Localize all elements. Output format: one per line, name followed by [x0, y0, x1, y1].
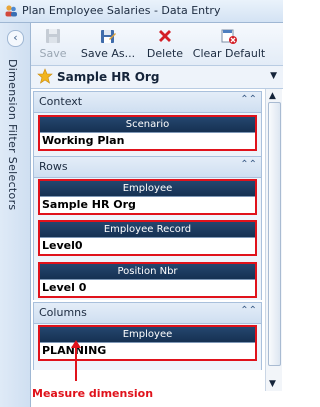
- scenario-selector[interactable]: Scenario Working Plan: [38, 115, 257, 151]
- dimension-header: Employee: [40, 181, 255, 196]
- position-nbr-selector[interactable]: Position Nbr Level 0: [38, 262, 257, 298]
- chevron-left-icon[interactable]: ‹: [7, 30, 24, 47]
- red-x-icon: [159, 30, 171, 42]
- annotation-line: [75, 346, 77, 381]
- dimension-filter-label: Dimension Filter Selectors: [6, 59, 19, 211]
- collapse-up-icon[interactable]: ⌃⌃: [240, 305, 257, 316]
- dimension-filter-strip[interactable]: ‹ Dimension Filter Selectors: [0, 23, 31, 407]
- save-label: Save: [39, 47, 67, 60]
- rows-section-header[interactable]: Rows ⌃⌃: [33, 156, 262, 178]
- main-panel: Save Save As... Delete Clear Default Sam…: [31, 23, 283, 407]
- rows-section-body: Employee Sample HR Org Employee Record L…: [33, 178, 262, 300]
- collapse-up-icon[interactable]: ⌃⌃: [240, 94, 257, 105]
- columns-title: Columns: [39, 306, 87, 319]
- dimension-header: Employee Record: [40, 222, 255, 237]
- employee-row-selector[interactable]: Employee Sample HR Org: [38, 179, 257, 215]
- dropdown-arrow-icon[interactable]: ▼: [270, 71, 277, 81]
- collapse-up-icon[interactable]: ⌃⌃: [240, 159, 257, 170]
- save-as-icon: [101, 30, 116, 43]
- annotation-label: Measure dimension: [32, 387, 154, 400]
- context-title: Context: [39, 95, 83, 108]
- window-title: Plan Employee Salaries - Data Entry: [22, 4, 221, 17]
- columns-section-header[interactable]: Columns ⌃⌃: [33, 302, 262, 324]
- dimension-value[interactable]: Level0: [40, 237, 255, 254]
- save-as-label: Save As...: [80, 47, 136, 60]
- scroll-up-icon[interactable]: ▲: [269, 91, 276, 101]
- dimension-value[interactable]: Working Plan: [40, 132, 255, 149]
- dimension-value[interactable]: Sample HR Org: [40, 196, 255, 213]
- employee-record-selector[interactable]: Employee Record Level0: [38, 220, 257, 256]
- rows-title: Rows: [39, 160, 68, 173]
- star-icon: [37, 68, 53, 84]
- vertical-scrollbar[interactable]: ▲ ▼: [265, 89, 282, 391]
- columns-section-body: Employee PLANNING: [33, 324, 262, 370]
- context-section-body: Scenario Working Plan: [33, 113, 262, 157]
- context-section-header[interactable]: Context ⌃⌃: [33, 91, 262, 113]
- dimension-header: Scenario: [40, 117, 255, 132]
- people-app-icon: [5, 5, 17, 17]
- floppy-disk-icon: [46, 29, 60, 43]
- delete-label: Delete: [146, 47, 184, 60]
- title-bar: Plan Employee Salaries - Data Entry: [0, 0, 283, 23]
- clear-default-icon: [221, 29, 237, 44]
- toolbar: Save Save As... Delete Clear Default: [31, 23, 283, 66]
- org-name: Sample HR Org: [57, 70, 160, 84]
- dimension-value[interactable]: Level 0: [40, 279, 255, 296]
- scroll-down-icon[interactable]: ▼: [269, 379, 276, 389]
- save-as-button[interactable]: Save As...: [77, 25, 139, 63]
- dimension-header: Position Nbr: [40, 264, 255, 279]
- scroll-thumb[interactable]: [268, 102, 281, 366]
- clear-default-button[interactable]: Clear Default: [191, 25, 267, 63]
- delete-button[interactable]: Delete: [143, 25, 187, 63]
- clear-default-label: Clear Default: [192, 47, 266, 60]
- org-selector[interactable]: Sample HR Org ▼: [31, 66, 283, 89]
- save-button[interactable]: Save: [37, 25, 69, 63]
